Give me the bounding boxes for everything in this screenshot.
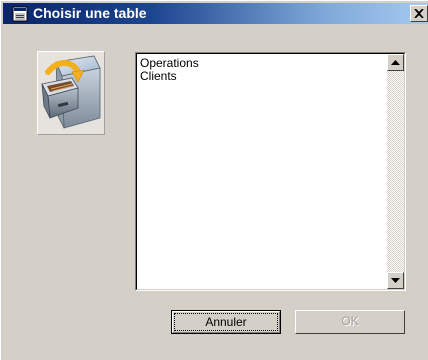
listbox-frame: Operations Clients: [136, 53, 405, 290]
choose-table-dialog: Choisir une table Operations Clients Ann…: [0, 0, 428, 360]
scroll-down-arrow-icon: [391, 278, 400, 283]
close-icon: [414, 9, 424, 18]
ok-button[interactable]: OK: [295, 310, 405, 334]
list-item-clients[interactable]: Clients: [139, 70, 379, 83]
scroll-up-arrow-icon: [391, 60, 400, 65]
cancel-button-label: Annuler: [205, 315, 247, 329]
scroll-down-button[interactable]: [387, 272, 404, 289]
ok-button-label: OK: [341, 314, 359, 328]
file-cabinet-illustration: [37, 51, 105, 135]
table-listbox[interactable]: Operations Clients: [135, 52, 406, 291]
cancel-button[interactable]: Annuler: [171, 310, 281, 334]
close-button[interactable]: [410, 5, 428, 22]
scroll-up-button[interactable]: [387, 54, 404, 71]
file-cabinet-icon: [41, 55, 101, 129]
title-bar[interactable]: Choisir une table: [3, 3, 428, 24]
vertical-scrollbar[interactable]: [387, 54, 404, 289]
window-title: Choisir une table: [33, 5, 147, 21]
table-list: Operations Clients: [139, 57, 379, 83]
app-window-icon: [12, 6, 28, 22]
